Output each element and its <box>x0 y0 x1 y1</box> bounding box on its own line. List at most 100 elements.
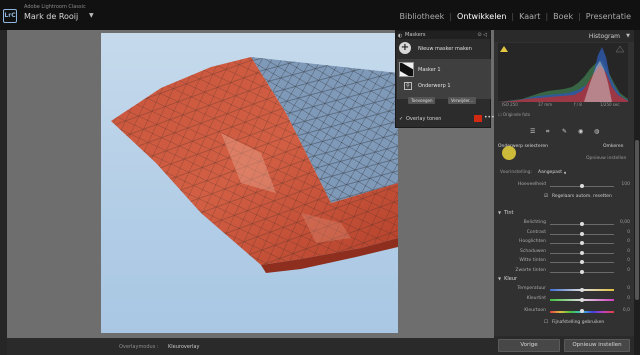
mask-component-name: Onderwerp 1 <box>418 83 451 89</box>
hue-slider-knob[interactable] <box>580 309 584 313</box>
histogram-graph[interactable] <box>498 43 628 102</box>
autoreset-checkbox[interactable]: ☑ <box>544 194 548 199</box>
color-slider-row: Kleurtint 0 <box>498 296 630 304</box>
tone-slider-knob[interactable] <box>580 260 584 264</box>
tone-slider-label: Witte tinten <box>519 258 546 263</box>
original-photo-toggle[interactable]: ☐ Originele foto <box>498 112 530 117</box>
edit-sliders-icon[interactable]: ☰ <box>530 128 535 135</box>
person-icon[interactable]: ⚲ <box>404 82 412 90</box>
bottom-button-bar: Vorige Opnieuw instellen <box>494 336 634 355</box>
top-bar: LrC Adobe Lightroom Classic Mark de Rooi… <box>0 0 640 30</box>
plus-icon[interactable]: + <box>399 42 411 54</box>
masks-panel-title: Maskers <box>405 32 426 38</box>
red-eye-icon[interactable]: ◉ <box>578 128 583 135</box>
tone-slider-knob[interactable] <box>580 231 584 236</box>
color-slider-label: Kleurtint <box>526 295 546 301</box>
color-slider-knob[interactable] <box>580 297 584 302</box>
module-book[interactable]: Boek <box>548 12 578 21</box>
original-photo-label: Originele foto <box>502 112 531 117</box>
color-slider-label: Temperatuur <box>517 286 546 291</box>
left-panel-collapsed[interactable] <box>0 30 7 355</box>
hue-slider-row: Kleurtoon 0,0 <box>498 308 630 316</box>
photo-preview[interactable] <box>101 33 398 333</box>
module-slideshow[interactable]: Presentatie <box>581 12 636 21</box>
overlay-color-swatch[interactable] <box>474 115 482 122</box>
amount-slider-row: Hoeveelheid 100 <box>498 182 630 190</box>
color-slider-value[interactable]: 0 <box>627 286 630 291</box>
overlay-checkbox[interactable]: ✓ <box>399 116 403 122</box>
aperture-readout: f / 8 <box>574 102 582 107</box>
tone-slider-value[interactable]: 0 <box>627 239 630 244</box>
autoreset-label: Regelaars autom. resetten <box>552 194 612 199</box>
module-develop[interactable]: Ontwikkelen <box>452 12 511 21</box>
scrollbar-thumb[interactable] <box>635 140 639 300</box>
histogram-header[interactable]: Histogram ▼ <box>494 30 634 42</box>
masks-panel-controls[interactable]: ⊙ ◁ <box>477 31 487 39</box>
expand-triangle-icon[interactable]: ▼ <box>498 276 501 281</box>
expand-triangle-icon[interactable]: ▼ <box>498 210 501 215</box>
iso-readout: ISO 250 <box>502 102 518 107</box>
amount-value[interactable]: 100 <box>621 182 630 187</box>
crop-icon[interactable]: ⌗ <box>546 128 549 136</box>
previous-button[interactable]: Vorige <box>498 339 560 352</box>
color-slider-value[interactable]: 0 <box>627 296 630 301</box>
add-to-mask-button[interactable]: Toevoegen <box>408 97 436 104</box>
user-name[interactable]: Mark de Rooij <box>24 12 78 21</box>
histogram-plot <box>498 45 628 102</box>
tone-slider-knob[interactable] <box>580 250 584 255</box>
tone-slider-label: Zwarte tinten <box>515 267 546 273</box>
tone-slider-label: Contrast <box>526 229 546 235</box>
masks-icon: ◐ <box>398 33 403 39</box>
invert-checkbox[interactable]: Omkeren <box>603 144 624 149</box>
tone-slider-value[interactable]: 0 <box>627 249 630 254</box>
hue-value[interactable]: 0,0 <box>623 308 630 313</box>
tone-slider-value[interactable]: 0 <box>627 230 630 235</box>
histogram-title: Histogram <box>588 33 620 40</box>
masking-icon[interactable]: ◍ <box>594 128 599 135</box>
tone-slider-label: Schaduwen <box>520 248 546 254</box>
masks-panel-header: ◐ Maskers ⊙ ◁ <box>396 31 490 39</box>
mask-list-item[interactable]: Masker 1 ⚲ Onderwerp 1 <box>397 59 491 99</box>
overlay-mode-select[interactable]: Kleuroverlay <box>168 344 199 350</box>
tone-slider-row: Witte tinten 0 <box>498 258 630 266</box>
collapse-triangle-icon[interactable]: ▼ <box>626 33 630 39</box>
tone-slider-row: Belichting 0,00 <box>498 220 630 228</box>
tone-slider-knob[interactable] <box>580 222 584 226</box>
tone-slider-value[interactable]: 0 <box>627 268 630 273</box>
preset-dropdown-icon[interactable]: ⬧ <box>564 170 566 176</box>
reset-link[interactable]: Opnieuw instellen <box>586 156 626 161</box>
preset-select[interactable]: Aangepast <box>538 170 562 175</box>
mask-shape <box>400 63 413 76</box>
mask-thumbnail[interactable] <box>399 62 414 77</box>
module-map[interactable]: Kaart <box>514 12 545 21</box>
color-slider-knob[interactable] <box>580 288 584 292</box>
new-mask-label: Nieuw masker maken <box>418 46 472 52</box>
tone-slider-row: Hooglichten 0 <box>498 239 630 247</box>
user-menu-chevron-icon[interactable]: ▼ <box>89 12 94 19</box>
tone-slider-row: Zwarte tinten 0 <box>498 268 630 276</box>
tone-section-header[interactable]: ▼ Tint <box>498 210 630 216</box>
mask-name: Masker 1 <box>418 67 441 73</box>
color-slider-row: Temperatuur 0 <box>498 286 630 294</box>
subtract-from-mask-button[interactable]: Verwijder... <box>448 97 477 104</box>
app-subtitle: Adobe Lightroom Classic <box>24 4 86 10</box>
overlay-label: Overlay tonen <box>406 116 442 122</box>
hue-label: Kleurtoon <box>524 308 546 313</box>
tone-slider-value[interactable]: 0 <box>627 258 630 263</box>
reset-button[interactable]: Opnieuw instellen <box>564 339 630 352</box>
amount-slider-knob[interactable] <box>580 184 584 188</box>
tone-slider-knob[interactable] <box>580 241 584 245</box>
tone-slider-value[interactable]: 0,00 <box>620 220 630 225</box>
new-mask-button[interactable]: + Nieuw masker maken <box>396 41 490 57</box>
color-section-header[interactable]: ▼ Kleur <box>498 276 630 282</box>
lightroom-logo: LrC <box>3 9 17 23</box>
toolbar-bottom: Overlaymodus : Kleuroverlay <box>7 338 494 355</box>
tone-section-title: Tint <box>504 210 514 216</box>
module-library[interactable]: Bibliotheek <box>395 12 450 21</box>
amount-label: Hoeveelheid <box>517 182 546 187</box>
healing-icon[interactable]: ✎ <box>562 128 567 135</box>
right-panel: Histogram ▼ ISO 250 37 mm f / 8 1/250 se… <box>494 30 634 355</box>
fine-adjust-checkbox[interactable]: ☐ <box>544 320 548 325</box>
tone-slider-knob[interactable] <box>580 269 584 274</box>
module-picker: Bibliotheek | Ontwikkelen | Kaart | Boek | P… <box>395 12 637 21</box>
